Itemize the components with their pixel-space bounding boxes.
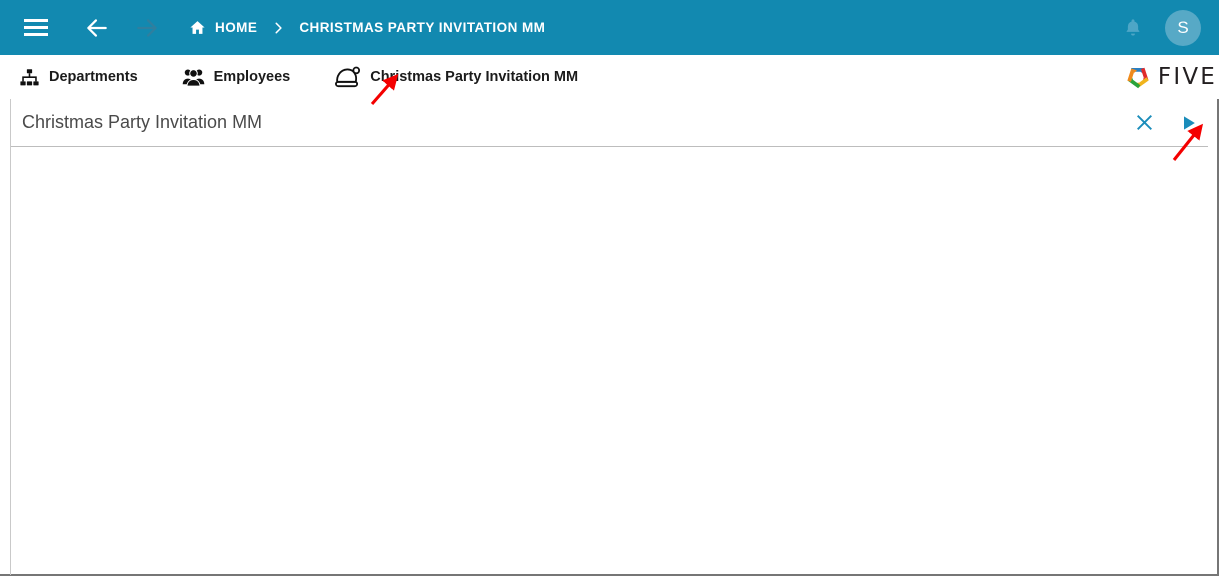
breadcrumb-item-current-label: CHRISTMAS PARTY INVITATION MM: [299, 20, 546, 35]
brand-logo: FIVE: [1123, 55, 1217, 99]
topbar-right-group: S: [1115, 0, 1219, 55]
home-icon: [189, 19, 206, 36]
sitemap-icon: [19, 67, 40, 88]
hamburger-menu-icon[interactable]: [18, 10, 54, 46]
breadcrumb-item-home[interactable]: HOME: [189, 19, 257, 36]
topbar-left-group: HOME CHRISTMAS PARTY INVITATION MM: [0, 0, 545, 55]
menu-item-christmas-party-invitation-mm[interactable]: Christmas Party Invitation MM: [334, 55, 578, 99]
run-button[interactable]: [1171, 105, 1207, 141]
module-menu-bar: Departments Employees Christmas Party In…: [0, 55, 1219, 99]
santa-hat-icon: [334, 65, 361, 90]
top-navigation-bar: HOME CHRISTMAS PARTY INVITATION MM S: [0, 0, 1219, 55]
breadcrumb-item-current: CHRISTMAS PARTY INVITATION MM: [299, 20, 545, 35]
form-canvas[interactable]: [11, 147, 1208, 574]
users-icon: [182, 67, 205, 88]
menu-item-departments[interactable]: Departments: [19, 55, 138, 99]
menu-item-departments-label: Departments: [49, 69, 138, 85]
brand-name: FIVE: [1157, 64, 1217, 90]
breadcrumb: HOME CHRISTMAS PARTY INVITATION MM: [189, 0, 545, 55]
page-action-buttons: [1126, 105, 1219, 141]
menu-item-employees[interactable]: Employees: [182, 55, 291, 99]
page-header: Christmas Party Invitation MM: [0, 99, 1219, 146]
close-button[interactable]: [1126, 105, 1162, 141]
page-title: Christmas Party Invitation MM: [22, 112, 263, 132]
breadcrumb-item-home-label: HOME: [215, 20, 258, 35]
avatar[interactable]: S: [1165, 9, 1201, 46]
hamburger-bars: [24, 19, 48, 36]
arrow-right-icon[interactable]: [130, 11, 164, 45]
menu-item-christmas-label: Christmas Party Invitation MM: [370, 69, 579, 85]
bell-icon[interactable]: [1115, 10, 1151, 46]
menu-item-employees-label: Employees: [213, 69, 291, 85]
chevron-right-icon: [271, 21, 285, 35]
arrow-left-icon[interactable]: [80, 11, 114, 45]
five-pinwheel-logo-icon: [1123, 62, 1153, 92]
application-window: HOME CHRISTMAS PARTY INVITATION MM S Dep…: [0, 0, 1219, 576]
avatar-initial: S: [1177, 17, 1189, 37]
